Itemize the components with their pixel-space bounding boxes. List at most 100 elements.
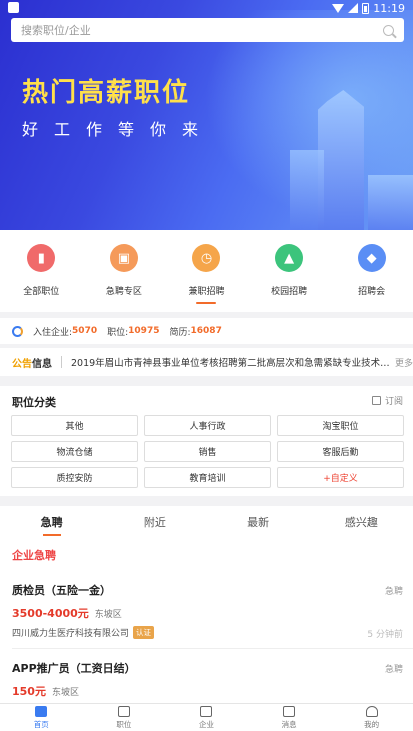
job-company: 四川威力生医疗科技有限公司 (12, 629, 130, 639)
stats-logo-icon (12, 325, 23, 337)
search-placeholder: 搜索职位/企业 (21, 24, 91, 37)
tab-nearby[interactable]: 附近 (103, 506, 206, 538)
companies-label: 入住企业: (33, 327, 73, 338)
graduation-icon: ▲ (275, 244, 304, 272)
banner-building-illustration-2 (290, 150, 324, 230)
battery-icon (362, 2, 370, 14)
user-icon (365, 705, 378, 717)
list-divider (12, 648, 413, 649)
nav-profile[interactable]: 我的 (330, 704, 413, 731)
job-salary-row: 3500-4000元 东坡区 (12, 605, 122, 621)
status-bar: 11:19 (0, 0, 413, 16)
job-title: APP推广员（工资日结） (12, 662, 136, 675)
job-urgent-tag: 急聘 (384, 587, 403, 597)
tab-label: 急聘 (40, 516, 63, 529)
job-category-chip[interactable]: 教育培训 (144, 467, 271, 488)
home-icon (35, 705, 48, 717)
tab-latest[interactable]: 最新 (207, 506, 310, 538)
nav-label: 职位 (116, 719, 132, 729)
job-category-chip[interactable]: 客服后勤 (277, 441, 404, 462)
category-label: 兼职招聘 (188, 287, 225, 297)
tab-label: 最新 (247, 516, 270, 529)
nav-label: 我的 (364, 719, 380, 729)
category-part-time[interactable]: ◷ 兼职招聘 (165, 230, 248, 312)
hero-banner[interactable]: 11:19 搜索职位/企业 热门高薪职位 好工作等你来 (0, 0, 413, 230)
search-input[interactable]: 搜索职位/企业 (11, 18, 404, 42)
bag-icon: ▣ (109, 244, 138, 272)
stats-bar: 入住企业: 5070 职位: 10975 简历: 16087 (0, 318, 413, 344)
job-category-chip[interactable]: 淘宝职位 (277, 415, 404, 436)
notice-bar[interactable]: 公告 信息 2019年眉山市青神县事业单位考核招聘第二批高层次和急需紧缺专业技术… (0, 348, 413, 376)
job-list: 企业急聘 质检员（五险一金） 急聘 3500-4000元 东坡区 四川威力生医疗科… (0, 538, 413, 703)
status-time: 11:19 (373, 1, 405, 15)
category-label: 急聘专区 (105, 287, 142, 297)
job-urgent-tag: 急聘 (384, 665, 403, 675)
notice-divider (61, 356, 62, 368)
job-salary: 3500-4000元 (12, 607, 89, 620)
job-category-chip[interactable]: 质控安防 (11, 467, 138, 488)
nav-label: 企业 (198, 719, 214, 729)
nav-home[interactable]: 首页 (0, 704, 83, 731)
category-all-jobs[interactable]: ▮ 全部职位 (0, 230, 83, 312)
job-posted-time: 5 分钟前 (367, 630, 403, 640)
job-salary-row: 150元 东坡区 (12, 683, 79, 699)
job-company-row: 四川威力生医疗科技有限公司 认证 (12, 626, 155, 639)
banner-title: 热门高薪职位 (22, 78, 191, 108)
category-label: 全部职位 (23, 287, 60, 297)
verified-badge: 认证 (133, 626, 155, 639)
nav-companies[interactable]: 企业 (165, 704, 248, 731)
signal-icon (348, 3, 359, 13)
job-category-title: 职位分类 (12, 396, 56, 409)
tab-label: 感兴趣 (344, 516, 378, 529)
notification-icon (8, 2, 19, 13)
document-icon: ▮ (27, 244, 56, 272)
nav-jobs[interactable]: 职位 (83, 704, 166, 731)
notice-label-a: 公告 (12, 358, 32, 370)
resumes-count: 16087 (190, 326, 222, 336)
resumes-label: 简历: (169, 327, 191, 338)
briefcase-icon (117, 705, 130, 717)
job-category-chip[interactable]: 销售 (144, 441, 271, 462)
search-icon[interactable] (383, 24, 394, 36)
job-title: 质检员（五险一金） (12, 584, 111, 597)
wifi-icon (332, 3, 345, 13)
clock-icon: ◷ (192, 244, 221, 272)
job-category-chip[interactable]: 物流仓储 (11, 441, 138, 462)
job-list-tabs: 急聘 附近 最新 感兴趣 (0, 506, 413, 538)
message-icon (283, 705, 296, 717)
job-category-chip[interactable]: 人事行政 (144, 415, 271, 436)
companies-count: 5070 (72, 326, 98, 336)
tab-label: 附近 (143, 516, 166, 529)
job-category-grid: 其他 人事行政 淘宝职位 物流仓储 销售 客服后勤 质控安防 教育培训 +自定义 (11, 415, 404, 488)
job-salary: 150元 (12, 685, 46, 698)
subscribe-icon (371, 396, 381, 405)
nav-label: 首页 (33, 719, 49, 729)
handshake-icon: ◆ (357, 244, 386, 272)
nav-label: 消息 (281, 719, 297, 729)
nav-messages[interactable]: 消息 (248, 704, 331, 731)
banner-subtitle: 好工作等你来 (22, 120, 215, 139)
job-category-chip[interactable]: 其他 (11, 415, 138, 436)
tab-interested[interactable]: 感兴趣 (310, 506, 413, 538)
banner-building-illustration (318, 90, 364, 230)
job-area: 东坡区 (51, 688, 79, 698)
category-campus[interactable]: ▲ 校园招聘 (248, 230, 331, 312)
job-area: 东坡区 (94, 610, 122, 620)
notice-label-b: 信息 (32, 358, 52, 370)
notice-text[interactable]: 2019年眉山市青神县事业单位考核招聘第二批高层次和急需紧缺专业技术… (71, 355, 391, 369)
category-urgent[interactable]: ▣ 急聘专区 (83, 230, 166, 312)
jobs-count: 10975 (128, 326, 160, 336)
app-screen: 11:19 搜索职位/企业 热门高薪职位 好工作等你来 ▮ 全部职位 ▣ 急聘专… (0, 0, 413, 731)
job-category-section: 职位分类 订阅 其他 人事行政 淘宝职位 物流仓储 销售 客服后勤 质控安防 教… (0, 386, 413, 496)
building-icon (200, 705, 213, 717)
jobs-label: 职位: (107, 327, 129, 338)
tab-active-indicator (42, 534, 61, 536)
subscribe-button[interactable]: 订阅 (371, 394, 403, 407)
category-job-fair[interactable]: ◆ 招聘会 (330, 230, 413, 312)
notice-more-link[interactable]: 更多 (395, 356, 413, 369)
tab-urgent[interactable]: 急聘 (0, 506, 103, 538)
custom-category-button[interactable]: +自定义 (277, 467, 404, 488)
category-label: 校园招聘 (271, 287, 308, 297)
section-title: 企业急聘 (12, 549, 56, 562)
category-label: 招聘会 (358, 287, 386, 297)
